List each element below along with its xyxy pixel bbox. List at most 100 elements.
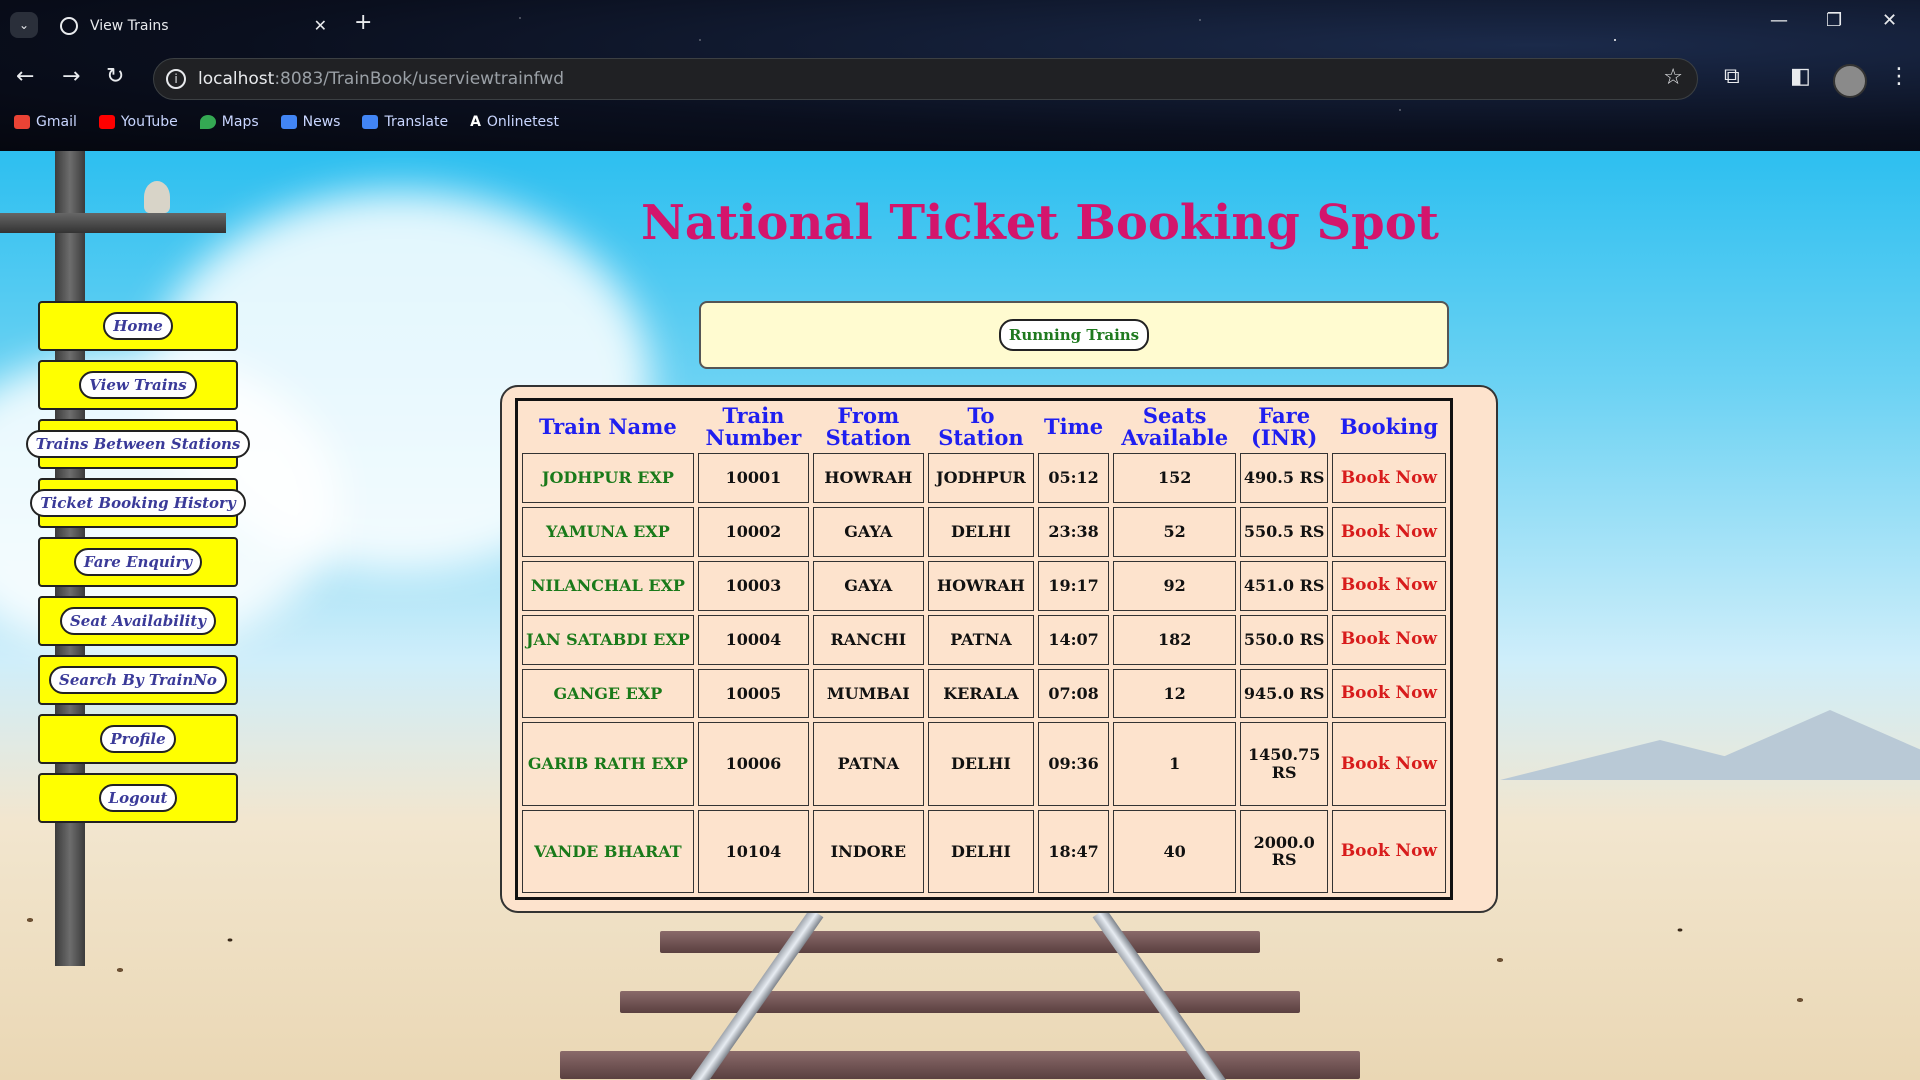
back-icon[interactable]: ← [16, 64, 34, 89]
from-station-cell: PATNA [813, 722, 924, 806]
time-cell: 14:07 [1038, 614, 1109, 665]
running-trains-label: Running Trains [998, 319, 1150, 351]
seats-cell: 1 [1112, 722, 1237, 806]
running-trains-banner: Running Trains [699, 301, 1449, 369]
table-row: JAN SATABDI EXP 10004 RANCHI PATNA 14:07… [522, 614, 1446, 665]
sleeper [660, 931, 1260, 953]
train-name-cell: JODHPUR EXP [522, 453, 694, 503]
sidebar-item-label[interactable]: Profile [100, 725, 176, 753]
bookmark-label: Gmail [36, 114, 77, 130]
reload-icon[interactable]: ↻ [106, 64, 124, 89]
sidebar-item-label[interactable]: Logout [98, 784, 178, 812]
sidebar-item-logout[interactable]: Logout [38, 773, 238, 823]
minimize-icon[interactable]: — [1770, 10, 1788, 31]
table-row: NILANCHAL EXP 10003 GAYA HOWRAH 19:17 92… [522, 560, 1446, 611]
fare-cell: 945.0 RS [1240, 668, 1328, 719]
from-station-cell: INDORE [813, 809, 924, 893]
sidebar-item-profile[interactable]: Profile [38, 714, 238, 764]
menu-kebab-icon[interactable]: ⋮ [1888, 64, 1910, 89]
from-station-cell: MUMBAI [813, 668, 924, 719]
bookmark-label: Maps [221, 114, 259, 130]
sidebar-item-label[interactable]: Ticket Booking History [30, 489, 246, 517]
train-number-cell: 10104 [697, 809, 810, 893]
column-header: Seats Available [1121, 403, 1229, 451]
table-row: JODHPUR EXP 10001 HOWRAH JODHPUR 05:12 1… [522, 453, 1446, 503]
column-header: Booking [1339, 414, 1439, 440]
book-now-link[interactable]: Book Now [1331, 560, 1446, 611]
mountain [1500, 740, 1820, 780]
seats-cell: 152 [1112, 453, 1237, 503]
train-number-cell: 10002 [697, 506, 810, 557]
column-header: Train Number [705, 403, 802, 451]
bookmark-maps[interactable]: Maps [199, 114, 259, 130]
address-bar[interactable]: i localhost:8083/TrainBook/userviewtrain… [153, 58, 1698, 100]
site-info-icon[interactable]: i [166, 69, 186, 89]
railway-track [540, 908, 1440, 1080]
extensions-icon[interactable]: ⧉ [1724, 64, 1740, 89]
sidebar-item-ticket-booking-history[interactable]: Ticket Booking History [30, 478, 246, 528]
browser-tab[interactable]: View Trains ✕ [52, 6, 337, 46]
bookmark-news[interactable]: News [280, 114, 340, 130]
gmail-icon [14, 115, 30, 129]
fare-cell: 451.0 RS [1240, 560, 1328, 611]
side-panel-icon[interactable]: ◧ [1790, 64, 1811, 89]
time-cell: 18:47 [1038, 809, 1109, 893]
book-now-link[interactable]: Book Now [1331, 668, 1446, 719]
train-name-cell: YAMUNA EXP [522, 506, 694, 557]
column-header: Train Name [539, 414, 677, 440]
sidebar-item-fare-enquiry[interactable]: Fare Enquiry [38, 537, 238, 587]
bookmark-onlinetest[interactable]: A Onlinetest [470, 114, 559, 130]
tab-search-button[interactable]: ⌄ [10, 12, 38, 38]
sidebar-item-label[interactable]: View Trains [79, 371, 197, 399]
sidebar-item-trains-between-stations[interactable]: Trains Between Stations [25, 419, 251, 469]
book-now-link[interactable]: Book Now [1331, 506, 1446, 557]
sidebar-item-home[interactable]: Home [38, 301, 238, 351]
table-row: GANGE EXP 10005 MUMBAI KERALA 07:08 12 9… [522, 668, 1446, 719]
sidebar-item-label[interactable]: Home [103, 312, 173, 340]
new-tab-button[interactable]: + [354, 10, 372, 35]
sidebar-item-label[interactable]: Seat Availability [59, 607, 217, 635]
sidebar-item-seat-availability[interactable]: Seat Availability [38, 596, 238, 646]
sidebar-item-label[interactable]: Fare Enquiry [73, 548, 203, 576]
trains-table: Train Name Train Number From Station To … [515, 398, 1453, 900]
column-header: Fare (INR) [1251, 403, 1318, 451]
time-cell: 07:08 [1038, 668, 1109, 719]
profile-avatar[interactable] [1833, 64, 1867, 98]
translate-icon [362, 115, 379, 129]
news-icon [280, 115, 297, 129]
sidebar-item-label[interactable]: Search By TrainNo [49, 666, 227, 694]
train-number-cell: 10003 [697, 560, 810, 611]
seats-cell: 92 [1112, 560, 1237, 611]
bookmark-translate[interactable]: Translate [362, 114, 448, 130]
to-station-cell: DELHI [927, 506, 1035, 557]
from-station-cell: GAYA [813, 506, 924, 557]
sidebar-item-label[interactable]: Trains Between Stations [25, 430, 251, 458]
sidebar-item-view-trains[interactable]: View Trains [38, 360, 238, 410]
forward-icon[interactable]: → [62, 64, 80, 89]
restore-icon[interactable]: ❐ [1826, 10, 1842, 31]
column-header: From Station [825, 403, 912, 451]
to-station-cell: HOWRAH [927, 560, 1035, 611]
time-cell: 23:38 [1038, 506, 1109, 557]
seats-cell: 52 [1112, 506, 1237, 557]
page-title: National Ticket Booking Spot [641, 195, 1439, 251]
close-window-icon[interactable]: ✕ [1882, 10, 1897, 31]
bookmark-youtube[interactable]: YouTube [98, 114, 178, 130]
book-now-link[interactable]: Book Now [1331, 722, 1446, 806]
url-host: localhost [198, 69, 275, 89]
bookmark-gmail[interactable]: Gmail [14, 114, 77, 130]
train-name-cell: VANDE BHARAT [522, 809, 694, 893]
seats-cell: 40 [1112, 809, 1237, 893]
sidebar-item-search-by-trainno[interactable]: Search By TrainNo [38, 655, 238, 705]
column-header: To Station [938, 403, 1024, 451]
to-station-cell: DELHI [927, 809, 1035, 893]
book-now-link[interactable]: Book Now [1331, 809, 1446, 893]
bookmark-star-icon[interactable]: ☆ [1663, 65, 1683, 90]
book-now-link[interactable]: Book Now [1331, 614, 1446, 665]
table-row: GARIB RATH EXP 10006 PATNA DELHI 09:36 1… [522, 722, 1446, 806]
sidebar-nav: Home View Trains Trains Between Stations… [25, 301, 251, 832]
close-tab-icon[interactable]: ✕ [314, 16, 327, 35]
sleeper [620, 991, 1300, 1013]
book-now-link[interactable]: Book Now [1331, 453, 1446, 503]
bookmark-label: YouTube [120, 114, 178, 130]
